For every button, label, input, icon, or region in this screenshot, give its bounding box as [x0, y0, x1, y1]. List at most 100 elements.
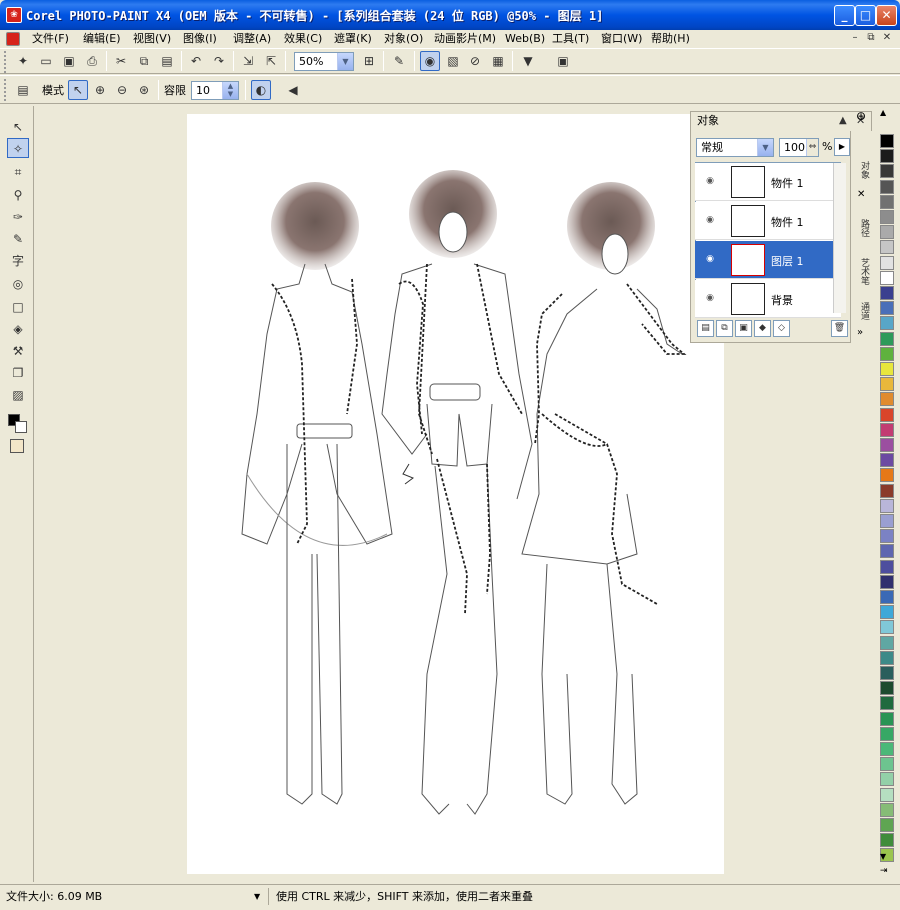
palette-swatch[interactable]	[880, 270, 894, 285]
palette-swatch[interactable]	[880, 802, 894, 817]
tab-artistic-media[interactable]: 艺术笔	[853, 251, 871, 291]
cut-icon[interactable]: ✂	[111, 51, 131, 71]
palette-swatch[interactable]	[880, 650, 894, 665]
palette-swatch[interactable]	[880, 590, 894, 604]
palette-swatch[interactable]	[880, 468, 894, 483]
palette-swatch[interactable]	[880, 818, 894, 832]
menu-adjust[interactable]: 调整(A)	[231, 31, 273, 47]
object-marquee-icon[interactable]: ▦	[488, 51, 508, 71]
docker-collapse-icon[interactable]: ▲	[839, 115, 847, 126]
magic-wand-mask-icon[interactable]: ✧	[7, 138, 29, 158]
palette-swatch[interactable]	[880, 438, 894, 452]
palette-swatch[interactable]	[880, 696, 894, 711]
minimize-button[interactable]: _	[834, 5, 855, 26]
palette-swatch[interactable]	[880, 149, 894, 164]
export-icon[interactable]: ⇱	[261, 51, 281, 71]
palette-swatch[interactable]	[880, 346, 894, 361]
pen-brush-icon[interactable]: ✎	[389, 51, 409, 71]
spin-arrows-icon[interactable]: ▲ ▼	[222, 82, 238, 99]
drop-shadow-icon[interactable]: ❐	[7, 362, 29, 382]
palette-swatch[interactable]	[880, 453, 894, 468]
layer-row-background[interactable]: ◉ 背景	[695, 280, 841, 318]
zoom-level-combo[interactable]: 50% ▼	[294, 52, 354, 71]
palette-scroll-down-icon[interactable]: ▼	[880, 852, 886, 861]
layer-row-object-1b[interactable]: ◉ 物件 1	[695, 202, 841, 240]
palette-swatch[interactable]	[880, 605, 894, 620]
normal-mode-icon[interactable]: ↖	[68, 80, 88, 100]
palette-scroll-up-icon[interactable]: ▲	[880, 108, 886, 117]
image-canvas[interactable]	[187, 114, 724, 874]
palette-swatch[interactable]	[880, 331, 894, 346]
palette-swatch[interactable]	[880, 787, 894, 802]
redo-icon[interactable]: ↷	[209, 51, 229, 71]
close-button[interactable]: ✕	[876, 5, 897, 26]
merge-mode-combo[interactable]: 常规 ▼	[696, 138, 774, 157]
delete-layer-icon[interactable]: 🗑	[831, 320, 848, 337]
print-icon[interactable]: ⎙	[82, 51, 102, 71]
menu-web[interactable]: Web(B)	[503, 31, 547, 47]
application-launcher-icon[interactable]: ▼	[518, 51, 538, 71]
palette-swatch[interactable]	[880, 666, 894, 680]
fill-tool-icon[interactable]: ◈	[7, 318, 29, 338]
opacity-slider-icon[interactable]: ⇔	[806, 139, 818, 156]
palette-swatch[interactable]	[880, 529, 894, 544]
palette-swatch[interactable]	[880, 772, 894, 787]
background-color-swatch[interactable]	[15, 421, 27, 433]
chevron-down-icon[interactable]: ▼	[337, 53, 353, 70]
palette-swatch[interactable]	[880, 544, 894, 559]
transparency-tool-icon[interactable]: ▨	[7, 384, 29, 404]
palette-swatch[interactable]	[880, 559, 894, 574]
text-tool-icon[interactable]: 字	[7, 250, 29, 270]
paste-icon[interactable]: ▤	[157, 51, 177, 71]
menu-mask[interactable]: 遮罩(K)	[332, 31, 374, 47]
eye-icon[interactable]: ◉	[703, 176, 717, 186]
tab-objects[interactable]: 对象	[853, 153, 871, 187]
palette-swatch[interactable]	[880, 757, 894, 772]
eye-icon[interactable]: ◉	[703, 293, 717, 303]
eyedropper-icon[interactable]: ✑	[7, 206, 29, 226]
anti-alias-icon[interactable]: ◐	[251, 80, 271, 100]
menu-object[interactable]: 对象(O)	[382, 31, 425, 47]
new-layer-icon[interactable]: ▤	[697, 320, 714, 337]
layer-list-scrollbar[interactable]	[833, 163, 846, 313]
menu-effects[interactable]: 效果(C)	[282, 31, 324, 47]
expand-toolbar-icon[interactable]: ◀	[283, 80, 303, 100]
eye-icon[interactable]: ◉	[703, 215, 717, 225]
show-marquee-icon[interactable]: ◉	[420, 51, 440, 71]
palette-swatch[interactable]	[880, 407, 894, 422]
palette-swatch[interactable]	[880, 316, 894, 331]
paper-color-swatch[interactable]	[10, 439, 24, 453]
xor-mode-icon[interactable]: ⊛	[134, 80, 154, 100]
import-icon[interactable]: ⇲	[238, 51, 258, 71]
palette-swatch[interactable]	[880, 301, 894, 316]
palette-swatch[interactable]	[880, 833, 894, 848]
additive-mode-icon[interactable]: ⊕	[90, 80, 110, 100]
zoom-icon[interactable]: ⚲	[7, 184, 29, 204]
palette-swatch[interactable]	[880, 681, 894, 696]
palette-swatch[interactable]	[880, 726, 894, 741]
toolbar-grip[interactable]	[4, 79, 8, 101]
save-icon[interactable]: ▣	[59, 51, 79, 71]
new-icon[interactable]: ✦	[13, 51, 33, 71]
palette-swatch[interactable]	[880, 392, 894, 407]
menu-view[interactable]: 视图(V)	[131, 31, 173, 47]
palette-swatch[interactable]	[880, 635, 894, 650]
palette-swatch[interactable]	[880, 711, 894, 726]
palette-swatch[interactable]	[880, 225, 894, 240]
palette-swatch[interactable]	[880, 362, 894, 376]
mask-overlay-icon[interactable]: ▧	[443, 51, 463, 71]
maximize-button[interactable]: □	[855, 5, 876, 26]
tolerance-spinbox[interactable]: 10 ▲ ▼	[191, 81, 239, 100]
menu-movie[interactable]: 动画影片(M)	[432, 31, 498, 47]
welcome-screen-icon[interactable]: ▣	[553, 51, 573, 71]
transform-icon[interactable]: ⊕	[856, 109, 866, 123]
eye-icon[interactable]: ◉	[703, 254, 717, 264]
layer-row-layer-1[interactable]: ◉ 图层 1	[695, 241, 841, 279]
palette-swatch[interactable]	[880, 574, 894, 589]
app-icon[interactable]: ❀	[6, 7, 22, 23]
menu-window[interactable]: 窗口(W)	[599, 31, 644, 47]
tab-paths[interactable]: 路径	[853, 211, 871, 245]
palette-swatch[interactable]	[880, 620, 894, 635]
effect-tool-icon[interactable]: ◎	[7, 273, 29, 293]
tab-channels[interactable]: 通道	[853, 296, 871, 326]
